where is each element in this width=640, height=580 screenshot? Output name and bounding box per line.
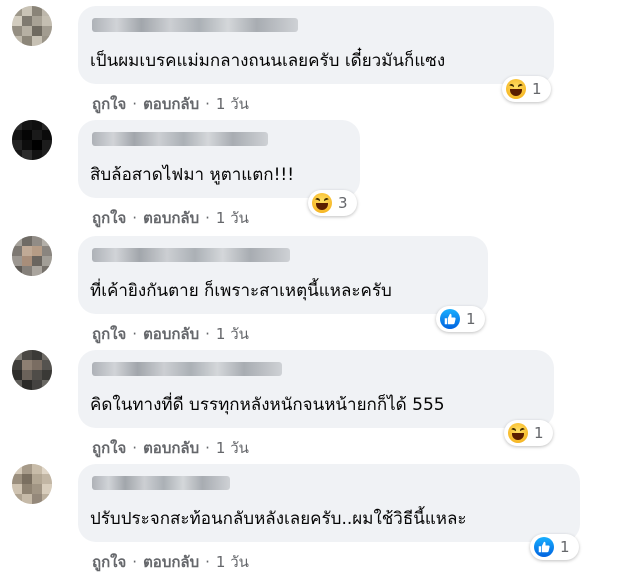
reply-link[interactable]: ตอบกลับ [143,92,199,116]
separator-dot: · [132,325,138,343]
avatar[interactable] [12,236,52,276]
like-link[interactable]: ถูกใจ [92,550,126,574]
comment-text: เป็นผมเบรคแม่มกลางถนนเลยครับ เดี๋ยวมันก็… [90,51,446,71]
reaction-count: 1 [534,424,544,442]
separator-dot: · [132,95,138,113]
like-link[interactable]: ถูกใจ [92,206,126,230]
reply-link[interactable]: ตอบกลับ [143,436,199,460]
comment-text: คิดในทางที่ดี บรรทุกหลังหนักจนหน้ายกก็ได… [90,395,445,415]
avatar[interactable] [12,464,52,504]
comment-actions: ถูกใจ · ตอบกลับ · 1 วัน [92,206,249,230]
avatar[interactable] [12,120,52,160]
like-icon [440,309,460,329]
comment-item: สิบล้อสาดไฟมา หูตาแตก!!! 3 ถูกใจ · ตอบกล… [0,118,640,234]
reply-link[interactable]: ตอบกลับ [143,322,199,346]
comment-bubble: คิดในทางที่ดี บรรทุกหลังหนักจนหน้ายกก็ได… [78,350,554,428]
reaction-count: 1 [532,80,542,98]
reaction-summary[interactable]: 1 [504,420,553,446]
separator-dot: · [132,209,138,227]
comment-actions: ถูกใจ · ตอบกลับ · 1 วัน [92,550,249,574]
comment-actions: ถูกใจ · ตอบกลับ · 1 วัน [92,322,249,346]
separator-dot: · [132,553,138,571]
separator-dot: · [205,439,210,457]
comment-bubble: ปรับประจกสะท้อนกลับหลังเลยครับ..ผมใช้วิธ… [78,464,580,542]
like-link[interactable]: ถูกใจ [92,436,126,460]
reaction-summary[interactable]: 1 [530,534,579,560]
reply-link[interactable]: ตอบกลับ [143,206,199,230]
separator-dot: · [132,439,138,457]
reaction-summary[interactable]: 3 [308,190,357,216]
timestamp[interactable]: 1 วัน [216,322,249,346]
author-name-blurred[interactable] [92,132,268,146]
comment-bubble: สิบล้อสาดไฟมา หูตาแตก!!! [78,120,360,198]
separator-dot: · [205,553,210,571]
comment-item: ที่เค้ายิงกันตาย ก็เพราะสาเหตุนี้แหละครั… [0,234,640,350]
comment-actions: ถูกใจ · ตอบกลับ · 1 วัน [92,436,249,460]
comment-text: สิบล้อสาดไฟมา หูตาแตก!!! [90,165,295,185]
comment-bubble: เป็นผมเบรคแม่มกลางถนนเลยครับ เดี๋ยวมันก็… [78,6,554,84]
timestamp[interactable]: 1 วัน [216,92,249,116]
comment-bubble: ที่เค้ายิงกันตาย ก็เพราะสาเหตุนี้แหละครั… [78,236,488,314]
reaction-count: 1 [560,538,570,556]
haha-icon [506,79,526,99]
reaction-summary[interactable]: 1 [436,306,485,332]
like-link[interactable]: ถูกใจ [92,92,126,116]
comment-item: ปรับประจกสะท้อนกลับหลังเลยครับ..ผมใช้วิธ… [0,462,640,578]
separator-dot: · [205,209,210,227]
author-name-blurred[interactable] [92,248,290,262]
author-name-blurred[interactable] [92,476,230,490]
separator-dot: · [205,95,210,113]
haha-icon [508,423,528,443]
haha-icon [312,193,332,213]
timestamp[interactable]: 1 วัน [216,436,249,460]
comment-text: ที่เค้ายิงกันตาย ก็เพราะสาเหตุนี้แหละครั… [90,281,392,301]
separator-dot: · [205,325,210,343]
reaction-summary[interactable]: 1 [502,76,551,102]
avatar[interactable] [12,6,52,46]
like-link[interactable]: ถูกใจ [92,322,126,346]
comment-actions: ถูกใจ · ตอบกลับ · 1 วัน [92,92,249,116]
reaction-count: 1 [466,310,476,328]
reply-link[interactable]: ตอบกลับ [143,550,199,574]
comment-item: เป็นผมเบรคแม่มกลางถนนเลยครับ เดี๋ยวมันก็… [0,4,640,120]
timestamp[interactable]: 1 วัน [216,550,249,574]
comment-item: คิดในทางที่ดี บรรทุกหลังหนักจนหน้ายกก็ได… [0,348,640,464]
author-name-blurred[interactable] [92,18,298,32]
avatar[interactable] [12,350,52,390]
timestamp[interactable]: 1 วัน [216,206,249,230]
comment-text: ปรับประจกสะท้อนกลับหลังเลยครับ..ผมใช้วิธ… [90,509,467,529]
like-icon [534,537,554,557]
reaction-count: 3 [338,194,348,212]
author-name-blurred[interactable] [92,362,282,376]
